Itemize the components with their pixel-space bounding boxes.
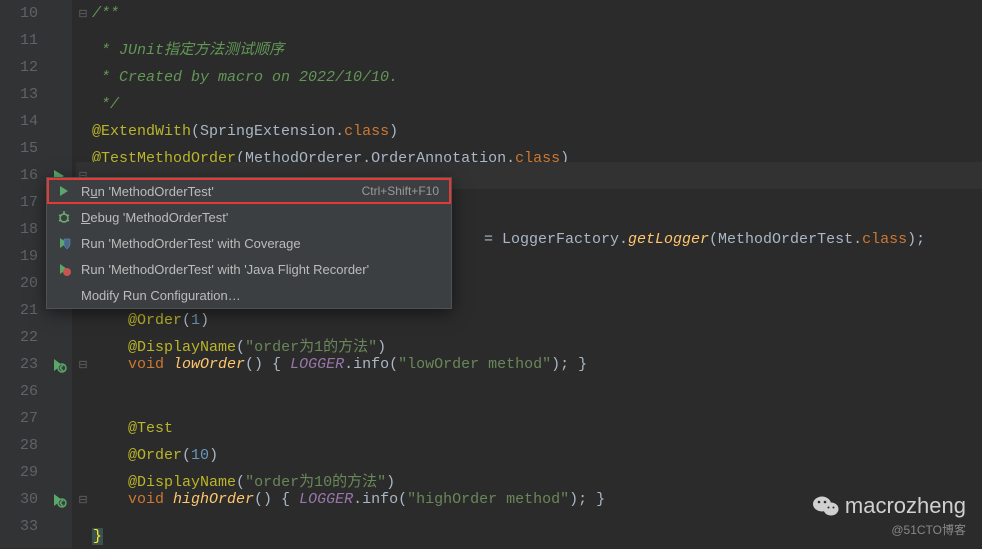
line-number: 29 <box>0 459 38 486</box>
menu-jfr-label: Run 'MethodOrderTest' with 'Java Flight … <box>81 262 439 277</box>
watermark-brand: macrozheng <box>845 493 966 519</box>
line-number: 26 <box>0 378 38 405</box>
line-number: 27 <box>0 405 38 432</box>
line-number: 17 <box>0 189 38 216</box>
line-number: 12 <box>0 54 38 81</box>
line-number: 13 <box>0 81 38 108</box>
debug-icon <box>55 208 73 226</box>
line-number: 21 <box>0 297 38 324</box>
line-number: 33 <box>0 513 38 540</box>
line-number: 10 <box>0 0 38 27</box>
line-number: 23 <box>0 351 38 378</box>
menu-modify-config[interactable]: Modify Run Configuration… <box>47 282 451 308</box>
fold-toggle-icon[interactable]: ⊟ <box>78 353 87 380</box>
fold-toggle-icon[interactable]: ⊟ <box>78 488 87 515</box>
line-number: 16 <box>0 162 38 189</box>
run-test-gutter-icon[interactable] <box>46 351 72 378</box>
fold-toggle-icon[interactable]: ⊟ <box>78 2 87 29</box>
line-number: 22 <box>0 324 38 351</box>
line-number: 28 <box>0 432 38 459</box>
jfr-icon <box>55 260 73 278</box>
menu-run-shortcut: Ctrl+Shift+F10 <box>362 184 439 198</box>
line-number: 19 <box>0 243 38 270</box>
line-number: 14 <box>0 108 38 135</box>
menu-debug-label: Debug 'MethodOrderTest' <box>81 210 439 225</box>
line-number: 18 <box>0 216 38 243</box>
run-test-gutter-icon[interactable] <box>46 486 72 513</box>
menu-coverage-label: Run 'MethodOrderTest' with Coverage <box>81 236 439 251</box>
watermark-sub: @51CTO博客 <box>813 521 966 538</box>
menu-debug[interactable]: Debug 'MethodOrderTest' <box>47 204 451 230</box>
line-number: 11 <box>0 27 38 54</box>
menu-modify-label: Modify Run Configuration… <box>81 288 439 303</box>
run-icon <box>55 182 73 200</box>
menu-run-label: Run 'MethodOrderTest' <box>81 184 362 199</box>
menu-run-coverage[interactable]: Run 'MethodOrderTest' with Coverage <box>47 230 451 256</box>
line-number: 15 <box>0 135 38 162</box>
menu-run[interactable]: Run 'MethodOrderTest' Ctrl+Shift+F10 <box>47 178 451 204</box>
coverage-icon <box>55 234 73 252</box>
line-number: 30 <box>0 486 38 513</box>
menu-run-jfr[interactable]: Run 'MethodOrderTest' with 'Java Flight … <box>47 256 451 282</box>
wechat-icon <box>813 495 839 517</box>
line-number: 20 <box>0 270 38 297</box>
run-context-menu: Run 'MethodOrderTest' Ctrl+Shift+F10 Deb… <box>46 177 452 309</box>
watermark: macrozheng @51CTO博客 <box>813 493 966 538</box>
line-number-gutter: 10 11 12 13 14 15 16 17 18 19 20 21 22 2… <box>0 0 46 548</box>
